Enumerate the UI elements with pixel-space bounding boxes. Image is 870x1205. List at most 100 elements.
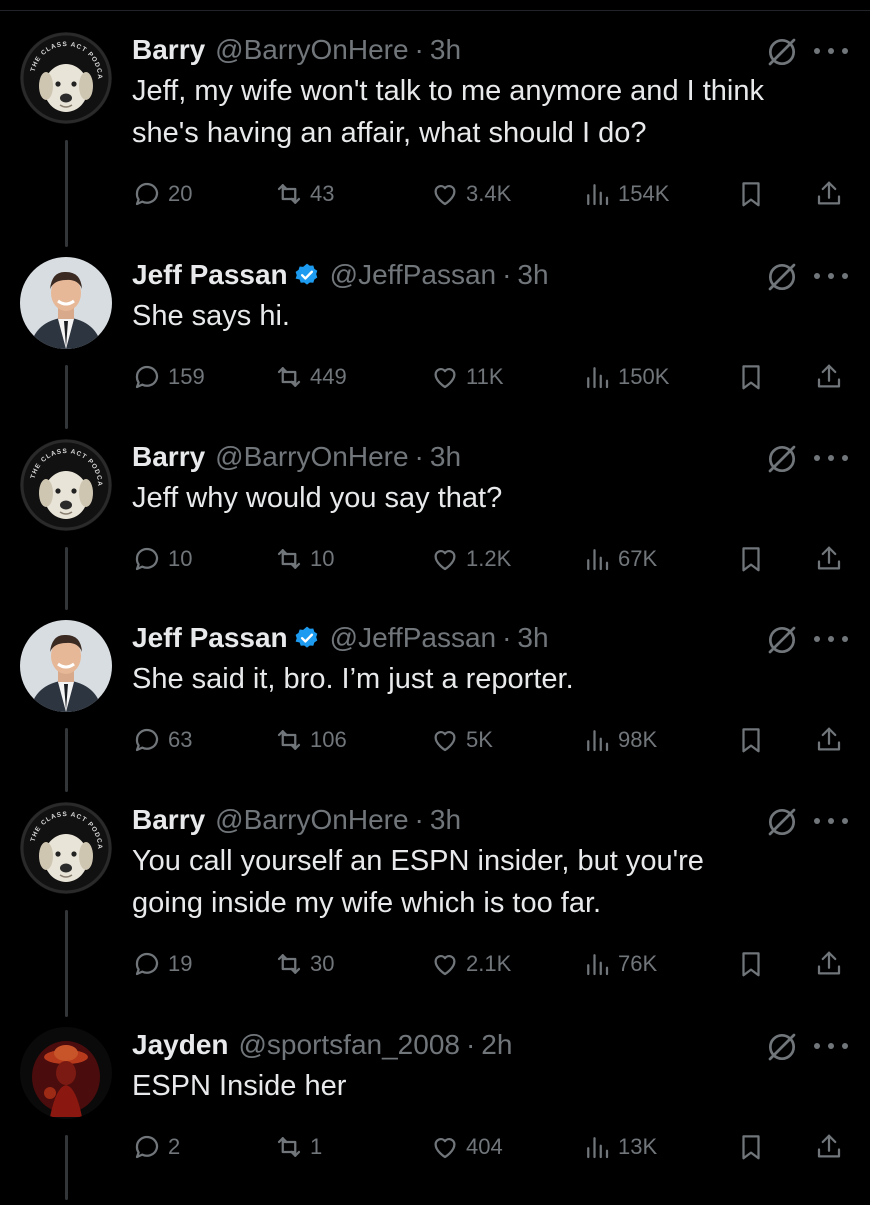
avatar[interactable]: THE CLASS ACT PODCAST (20, 802, 112, 894)
timestamp[interactable]: 2h (481, 1029, 512, 1061)
more-dot (828, 48, 834, 54)
tweet[interactable]: THE CLASS ACT PODCASTBarry@BarryOnHere·3… (0, 800, 870, 980)
repost-button[interactable]: 30 (274, 946, 334, 982)
grok-icon (768, 445, 796, 473)
author-name[interactable]: Barry (132, 441, 205, 473)
grok-button[interactable] (764, 441, 800, 477)
grok-button[interactable] (764, 622, 800, 658)
reposts-count: 10 (310, 546, 335, 571)
author-handle[interactable]: @JeffPassan (330, 622, 496, 654)
views-button[interactable]: 67K (582, 541, 657, 577)
author-handle[interactable]: @sportsfan_2008 (239, 1029, 460, 1061)
tweet[interactable]: THE CLASS ACT PODCASTBarry@BarryOnHere·3… (0, 30, 870, 210)
avatar[interactable]: THE CLASS ACT PODCAST (20, 439, 112, 531)
more-dot (828, 636, 834, 642)
top-divider (0, 10, 870, 11)
like-button[interactable]: 2.1K (430, 946, 511, 982)
share-button[interactable] (814, 541, 844, 577)
tweet-text-line: Jeff, my wife won't talk to me anymore a… (132, 75, 764, 107)
more-button[interactable] (814, 634, 848, 644)
repost-button[interactable]: 106 (274, 722, 347, 758)
like-button[interactable]: 1.2K (430, 541, 511, 577)
bookmark-button[interactable] (736, 1129, 766, 1165)
views-button[interactable]: 150K (582, 359, 669, 395)
reply-button[interactable]: 2 (132, 1129, 180, 1165)
more-button[interactable] (814, 271, 848, 281)
author-name[interactable]: Barry (132, 804, 205, 836)
avatar[interactable] (20, 620, 112, 712)
repost-button[interactable]: 10 (274, 541, 334, 577)
grok-button[interactable] (764, 34, 800, 70)
share-button[interactable] (814, 722, 844, 758)
reply-icon (135, 952, 159, 976)
repost-button[interactable]: 449 (274, 359, 347, 395)
reply-button[interactable]: 63 (132, 722, 192, 758)
grok-button[interactable] (764, 804, 800, 840)
reply-button[interactable]: 20 (132, 176, 192, 212)
repost-button[interactable]: 43 (274, 176, 334, 212)
tweet-header: Jeff Passan @JeffPassan · 3h (132, 618, 549, 658)
author-name[interactable]: Jayden (132, 1029, 229, 1061)
bookmark-button[interactable] (736, 946, 766, 982)
grok-button[interactable] (764, 259, 800, 295)
avatar[interactable] (20, 257, 112, 349)
bookmark-button[interactable] (736, 541, 766, 577)
author-handle[interactable]: @BarryOnHere (215, 441, 408, 473)
avatar[interactable]: THE CLASS ACT PODCAST (20, 32, 112, 124)
timestamp[interactable]: 3h (430, 804, 461, 836)
timestamp[interactable]: 3h (517, 622, 548, 654)
share-button[interactable] (814, 176, 844, 212)
more-dot (842, 636, 848, 642)
like-button[interactable]: 404 (430, 1129, 503, 1165)
reply-button[interactable]: 159 (132, 359, 205, 395)
views-count: 154K (618, 181, 670, 206)
heart-icon (434, 731, 456, 752)
more-button[interactable] (814, 816, 848, 826)
more-dot (828, 273, 834, 279)
reply-icon (135, 728, 159, 752)
like-button[interactable]: 5K (430, 722, 493, 758)
reply-button[interactable]: 19 (132, 946, 192, 982)
more-button[interactable] (814, 453, 848, 463)
more-dot (814, 273, 820, 279)
more-button[interactable] (814, 46, 848, 56)
views-button[interactable]: 13K (582, 1129, 657, 1165)
more-dot (828, 1043, 834, 1049)
timestamp[interactable]: 3h (430, 441, 461, 473)
share-button[interactable] (814, 359, 844, 395)
author-handle[interactable]: @BarryOnHere (215, 34, 408, 66)
tweet[interactable]: Jeff Passan @JeffPassan · 3h She says hi. 159… (0, 255, 870, 435)
author-name[interactable]: Barry (132, 34, 205, 66)
views-button[interactable]: 98K (582, 722, 657, 758)
share-button[interactable] (814, 946, 844, 982)
author-name[interactable]: Jeff Passan (132, 622, 288, 654)
author-name[interactable]: Jeff Passan (132, 259, 288, 291)
views-button[interactable]: 76K (582, 946, 657, 982)
bookmark-button[interactable] (736, 722, 766, 758)
bookmark-icon (742, 952, 760, 977)
replies-count: 2 (168, 1134, 181, 1159)
bookmark-button[interactable] (736, 176, 766, 212)
author-handle[interactable]: @JeffPassan (330, 259, 496, 291)
timestamp[interactable]: 3h (517, 259, 548, 291)
tweet[interactable]: THE CLASS ACT PODCASTBarry@BarryOnHere·3… (0, 437, 870, 617)
views-button[interactable]: 154K (582, 176, 669, 212)
more-button[interactable] (814, 1041, 848, 1051)
tweet-text-line: going inside my wife which is too far. (132, 887, 602, 919)
like-button[interactable]: 11K (430, 359, 504, 395)
tweet-header: Jayden @sportsfan_2008 · 2h (132, 1025, 512, 1065)
like-button[interactable]: 3.4K (430, 176, 511, 212)
tweet[interactable]: Jeff Passan @JeffPassan · 3h She said it, br… (0, 618, 870, 798)
share-button[interactable] (814, 1129, 844, 1165)
bookmark-button[interactable] (736, 359, 766, 395)
author-handle[interactable]: @BarryOnHere (215, 804, 408, 836)
avatar[interactable] (20, 1027, 112, 1119)
likes-count: 11K (466, 364, 504, 389)
repost-button[interactable]: 1 (274, 1129, 322, 1165)
tweet[interactable]: Jayden @sportsfan_2008 · 2h ESPN Inside her 2… (0, 1025, 870, 1205)
reply-button[interactable]: 10 (132, 541, 192, 577)
bookmark-icon (742, 547, 760, 572)
grok-button[interactable] (764, 1029, 800, 1065)
tweet-text-line: She said it, bro. I’m just a reporter. (132, 663, 574, 695)
timestamp[interactable]: 3h (430, 34, 461, 66)
